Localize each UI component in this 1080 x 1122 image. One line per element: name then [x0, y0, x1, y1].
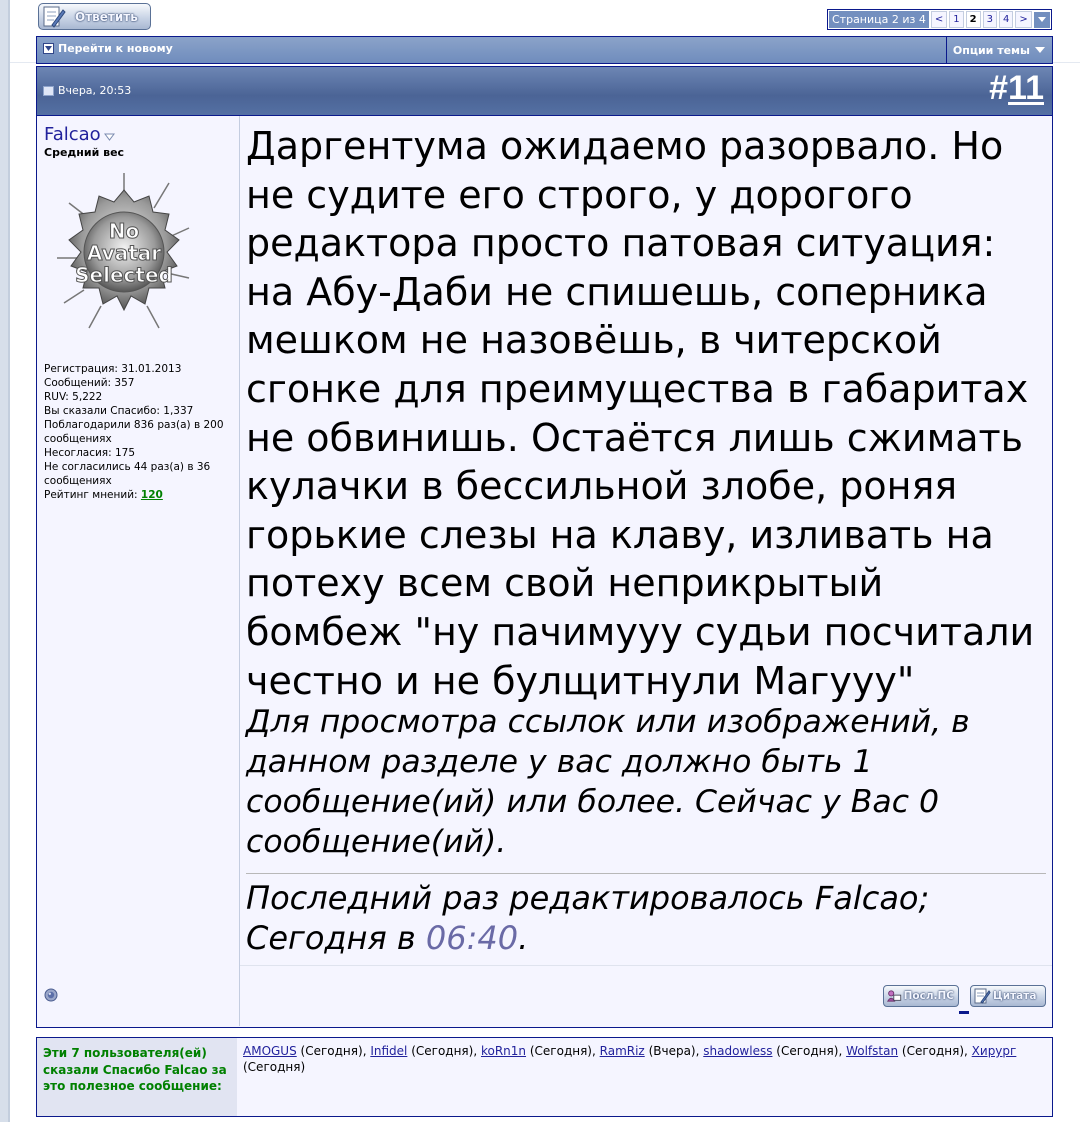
page-current-2: 2 [965, 11, 981, 28]
post-icon [43, 85, 54, 96]
chevron-down-icon [1035, 47, 1045, 53]
thanks-user-when: (Сегодня) [776, 1044, 839, 1058]
edit-info-end: . [518, 919, 529, 957]
reply-button[interactable]: Ответить [38, 3, 151, 30]
post-date-text: Вчера, 20:53 [58, 84, 132, 97]
thanks-user-link[interactable]: koRn1n [481, 1044, 526, 1058]
hidden-content-notice: Для просмотра ссылок или изображений, в … [246, 704, 970, 860]
thanks-box: Эти 7 пользователя(ей) сказали Спасибо F… [36, 1037, 1053, 1117]
thanks-user-when: (Вчера) [648, 1044, 696, 1058]
thread-options-menu[interactable]: Опции темы [945, 37, 1052, 63]
page-link-1[interactable]: 1 [949, 11, 964, 28]
page-count-label: Страница 2 из 4 [829, 11, 929, 28]
post: Вчера, 20:53 #11 Falcao Средний вес No A… [36, 66, 1053, 1028]
stat-ruv: RUV: 5,222 [44, 391, 103, 403]
edit-info-text: Последний раз редактировалось Falcao; Се… [246, 879, 930, 957]
stat-posts: Сообщений: 357 [44, 377, 135, 389]
avatar-text-3: Selected [75, 263, 173, 287]
page-left-strip [0, 0, 8, 1122]
edit-info: Последний раз редактировалось Falcao; Се… [246, 878, 1036, 958]
user-menu-arrow-icon [103, 133, 115, 141]
quote-icon [974, 988, 991, 1004]
button-separator-mark [959, 1011, 969, 1014]
goto-new-icon [43, 43, 54, 54]
stat-disagreed-with: Не согласились 44 раз(а) в 36 сообщениях [44, 461, 211, 487]
thanks-user-link[interactable]: Хирург [972, 1044, 1017, 1058]
edit-time: 06:40 [425, 919, 519, 957]
user-stats: Регистрация: 31.01.2013 Сообщений: 357 R… [44, 362, 234, 502]
post-number: #11 [989, 69, 1044, 108]
thanks-user-when: (Сегодня) [901, 1044, 965, 1058]
thanks-user-when: (Сегодня) [411, 1044, 474, 1058]
page-jump-menu-icon[interactable] [1034, 11, 1050, 28]
thread-options-label: Опции темы [952, 43, 1030, 57]
private-message-icon [886, 990, 902, 1002]
page-link-3[interactable]: 3 [982, 11, 997, 28]
rating-label: Рейтинг мнений: [44, 489, 138, 501]
private-message-button[interactable]: Посл.ПС [883, 985, 959, 1007]
post-number-prefix: # [989, 69, 1009, 107]
stat-registration: Регистрация: 31.01.2013 [44, 363, 182, 375]
thanks-user-when: (Сегодня) [529, 1044, 592, 1058]
goto-new-label: Перейти к новому [58, 42, 173, 55]
post-date: Вчера, 20:53 [43, 84, 131, 97]
stat-disagreements: Несогласия: 175 [44, 447, 136, 459]
quote-label: Цитата [993, 990, 1037, 1002]
post-footer-divider [240, 965, 1052, 966]
stat-thanks-received: Поблагодарили 836 раз(а) в 200 сообщения… [44, 419, 224, 445]
private-message-label: Посл.ПС [903, 990, 954, 1002]
page-link-4[interactable]: 4 [998, 11, 1014, 28]
thanks-user-link[interactable]: Wolfstan [846, 1044, 898, 1058]
thread-toolbar: Перейти к новому Опции темы [36, 36, 1053, 64]
user-title: Средний вес [44, 146, 125, 159]
thanks-user-when: (Сегодня) [300, 1044, 363, 1058]
offline-status-icon [44, 988, 58, 1002]
thanks-user-link[interactable]: shadowless [703, 1044, 772, 1058]
edit-separator [246, 873, 1046, 874]
page-left-border [8, 0, 10, 1122]
post-header: Вчера, 20:53 #11 [37, 67, 1052, 116]
next-page-link[interactable]: > [1015, 11, 1032, 28]
prev-page-link[interactable]: < [930, 11, 948, 28]
page-navigation: Страница 2 из 4 < 1 2 3 4 > [827, 9, 1052, 30]
thanks-user-link[interactable]: RamRiz [600, 1044, 645, 1058]
post-number-link[interactable]: 11 [1008, 69, 1044, 107]
user-info-panel: Falcao Средний вес No Avatar Selected Ре… [37, 116, 240, 1026]
thanks-user-link[interactable]: AMOGUS [243, 1044, 297, 1058]
thanks-user-when: (Сегодня) [243, 1059, 306, 1074]
thanks-user-list: AMOGUS (Сегодня), Infidel (Сегодня), koR… [243, 1044, 1017, 1074]
quote-button[interactable]: Цитата [970, 985, 1046, 1007]
thanks-label: Эти 7 пользователя(ей) сказали Спасибо F… [37, 1038, 237, 1116]
username: Falcao [44, 124, 101, 145]
post-message-cell: Даргентума ожидаемо разорвало. Но не суд… [240, 116, 1052, 1026]
goto-new-post-link[interactable]: Перейти к новому [43, 42, 173, 55]
post-message: Даргентума ожидаемо разорвало. Но не суд… [246, 124, 1035, 703]
username-menu[interactable]: Falcao [44, 124, 115, 145]
rating-value-link[interactable]: 120 [141, 489, 163, 501]
stat-rating: Рейтинг мнений: 120 [44, 488, 234, 502]
stat-thanks-given: Вы сказали Спасибо: 1,337 [44, 405, 194, 417]
reply-icon [41, 4, 67, 30]
avatar-text-1: No [109, 219, 139, 243]
no-avatar-image: No Avatar Selected [57, 173, 190, 329]
thanks-user-link[interactable]: Infidel [370, 1044, 407, 1058]
avatar-text-2: Avatar [87, 241, 161, 265]
reply-button-label: Ответить [75, 9, 138, 24]
